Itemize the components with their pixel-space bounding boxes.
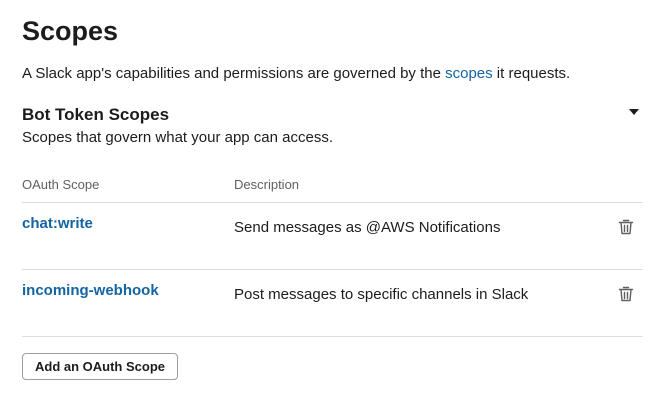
intro-prefix: A Slack app's capabilities and permissio… — [22, 65, 446, 82]
scope-description: Send messages as @AWS Notifications — [234, 219, 501, 236]
section-title: Bot Token Scopes — [22, 105, 170, 124]
scope-description: Post messages to specific channels in Sl… — [234, 286, 529, 303]
trash-icon[interactable] — [617, 285, 635, 303]
trash-icon[interactable] — [617, 218, 635, 236]
collapse-caret-icon[interactable] — [629, 109, 639, 115]
intro-suffix: it requests. — [492, 65, 571, 82]
column-header-description: Description — [234, 177, 300, 192]
table-row: incoming-webhook Post messages to specif… — [22, 269, 643, 335]
scope-link-chat-write[interactable]: chat:write — [22, 214, 93, 234]
intro-text: A Slack app's capabilities and permissio… — [22, 63, 570, 85]
table-divider — [22, 336, 643, 337]
section-description: Scopes that govern what your app can acc… — [22, 129, 334, 146]
page-title: Scopes — [22, 16, 119, 46]
scope-link-incoming-webhook[interactable]: incoming-webhook — [22, 281, 159, 301]
add-oauth-scope-button[interactable]: Add an OAuth Scope — [22, 353, 178, 380]
scopes-page: Scopes A Slack app's capabilities and pe… — [22, 0, 643, 400]
scopes-link[interactable]: scopes — [445, 65, 493, 82]
column-header-oauth-scope: OAuth Scope — [22, 177, 100, 192]
table-row: chat:write Send messages as @AWS Notific… — [22, 202, 643, 268]
